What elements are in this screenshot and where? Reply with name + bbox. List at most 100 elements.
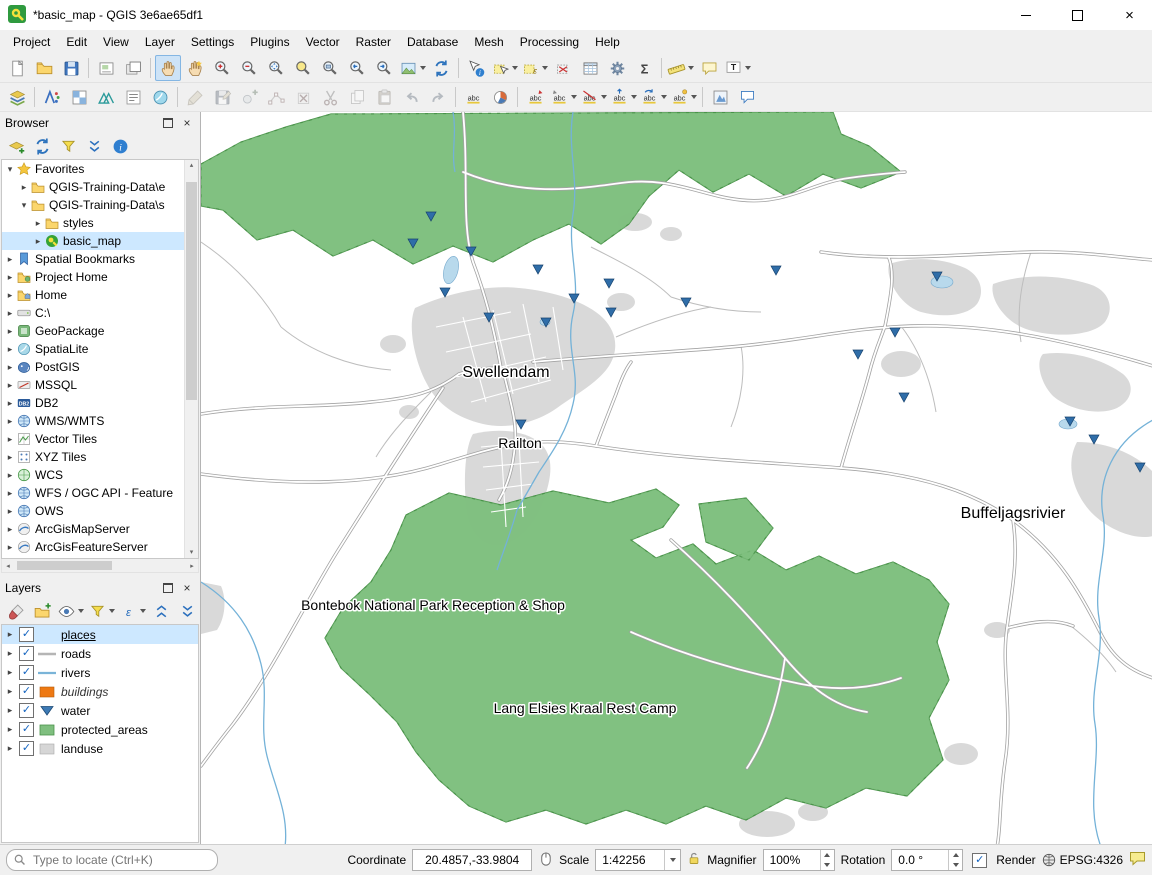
add-selected-layers-button[interactable] <box>4 134 28 158</box>
browser-item-home[interactable]: ▸Home <box>2 286 184 304</box>
layer-checkbox[interactable]: ✓ <box>19 703 34 718</box>
open-project-button[interactable] <box>31 55 57 81</box>
expander-closed-icon[interactable]: ▸ <box>4 344 16 355</box>
lock-scale-button[interactable] <box>687 851 701 869</box>
delete-selected-button[interactable] <box>290 84 316 110</box>
expander-closed-icon[interactable]: ▸ <box>4 488 16 499</box>
expander-closed-icon[interactable]: ▸ <box>18 182 30 193</box>
expander-closed-icon[interactable]: ▸ <box>4 686 16 697</box>
browser-item-qgis-training-data-e[interactable]: ▸QGIS-Training-Data\e <box>2 178 184 196</box>
collapse-all-button[interactable] <box>82 134 106 158</box>
add-vector-layer-button[interactable] <box>39 84 65 110</box>
undo-button[interactable] <box>398 84 424 110</box>
expander-closed-icon[interactable]: ▸ <box>4 743 16 754</box>
zoom-last-button[interactable] <box>344 55 370 81</box>
layer-checkbox[interactable]: ✓ <box>19 627 34 642</box>
layer-item-roads[interactable]: ▸✓roads <box>2 644 198 663</box>
scale-combo[interactable]: 1:42256 <box>595 849 681 871</box>
save-project-button[interactable] <box>58 55 84 81</box>
browser-item-wfs-ogc-api-feature[interactable]: ▸WFS / OGC API - Feature <box>2 484 184 502</box>
layer-item-places[interactable]: ▸✓places <box>2 625 198 644</box>
coordinate-field[interactable]: 20.4857,-33.9804 <box>412 849 532 871</box>
scrollbar-thumb[interactable] <box>17 561 112 570</box>
browser-item-xyz-tiles[interactable]: ▸XYZ Tiles <box>2 448 184 466</box>
add-spatialite-layer-button[interactable] <box>147 84 173 110</box>
browser-item-project-home[interactable]: ▸Project Home <box>2 268 184 286</box>
expander-closed-icon[interactable]: ▸ <box>4 362 16 373</box>
expander-closed-icon[interactable]: ▸ <box>4 416 16 427</box>
expander-closed-icon[interactable]: ▸ <box>4 272 16 283</box>
processing-toolbox-button[interactable] <box>604 55 630 81</box>
expander-closed-icon[interactable]: ▸ <box>32 236 44 247</box>
float-panel-button[interactable] <box>160 115 176 131</box>
new-map-view-button[interactable] <box>398 55 427 81</box>
map-tips-button[interactable] <box>696 55 722 81</box>
browser-item-db2[interactable]: ▸DB2DB2 <box>2 394 184 412</box>
add-group-button[interactable] <box>30 599 54 623</box>
decorations-button[interactable] <box>707 84 733 110</box>
expander-closed-icon[interactable]: ▸ <box>4 452 16 463</box>
scroll-right-icon[interactable]: ▸ <box>186 562 198 570</box>
maximize-button[interactable] <box>1055 0 1100 30</box>
text-annotation-button[interactable]: T <box>723 55 752 81</box>
layer-checkbox[interactable]: ✓ <box>19 722 34 737</box>
messages-button[interactable] <box>1129 851 1146 869</box>
manage-map-themes-button[interactable] <box>56 599 85 623</box>
coordinate-extent-toggle-button[interactable] <box>538 851 553 870</box>
menu-mesh[interactable]: Mesh <box>466 32 511 52</box>
layer-labeling-button[interactable]: abc <box>460 84 486 110</box>
browser-item-c[interactable]: ▸C:\ <box>2 304 184 322</box>
browser-item-qgis-training-data-s[interactable]: ▾QGIS-Training-Data\s <box>2 196 184 214</box>
open-attribute-table-button[interactable] <box>577 55 603 81</box>
zoom-to-layer-button[interactable] <box>317 55 343 81</box>
add-delimited-text-layer-button[interactable] <box>120 84 146 110</box>
menu-settings[interactable]: Settings <box>183 32 242 52</box>
layer-item-rivers[interactable]: ▸✓rivers <box>2 663 198 682</box>
browser-item-mssql[interactable]: ▸MSSQL <box>2 376 184 394</box>
horizontal-scrollbar[interactable]: ◂ ▸ <box>1 559 199 573</box>
add-mesh-layer-button[interactable] <box>93 84 119 110</box>
expander-closed-icon[interactable]: ▸ <box>4 524 16 535</box>
close-panel-button[interactable]: × <box>179 580 195 596</box>
filter-browser-button[interactable] <box>56 134 80 158</box>
browser-item-postgis[interactable]: ▸PostGIS <box>2 358 184 376</box>
expander-open-icon[interactable]: ▾ <box>4 164 16 175</box>
browser-item-spatial-bookmarks[interactable]: ▸Spatial Bookmarks <box>2 250 184 268</box>
menu-edit[interactable]: Edit <box>58 32 95 52</box>
minimize-button[interactable] <box>1003 0 1048 30</box>
new-print-layout-button[interactable] <box>93 55 119 81</box>
layer-diagram-button[interactable] <box>487 84 513 110</box>
filter-legend-button[interactable] <box>87 599 116 623</box>
new-project-button[interactable] <box>4 55 30 81</box>
browser-item-vector-tiles[interactable]: ▸Vector Tiles <box>2 430 184 448</box>
expander-closed-icon[interactable]: ▸ <box>4 542 16 553</box>
zoom-full-extent-button[interactable] <box>263 55 289 81</box>
data-source-manager-button[interactable] <box>4 84 30 110</box>
layer-checkbox[interactable]: ✓ <box>19 646 34 661</box>
expander-closed-icon[interactable]: ▸ <box>4 667 16 678</box>
menu-view[interactable]: View <box>95 32 137 52</box>
close-button[interactable]: × <box>1107 0 1152 30</box>
add-feature-button[interactable] <box>236 84 262 110</box>
deselect-features-button[interactable] <box>550 55 576 81</box>
vertical-scrollbar[interactable]: ▴ ▾ <box>184 160 198 558</box>
expander-closed-icon[interactable]: ▸ <box>4 648 16 659</box>
menu-help[interactable]: Help <box>587 32 628 52</box>
expand-all-button[interactable] <box>149 599 173 623</box>
expander-closed-icon[interactable]: ▸ <box>4 724 16 735</box>
scroll-left-icon[interactable]: ◂ <box>2 562 14 570</box>
show-hide-labels-button[interactable]: abc <box>579 84 608 110</box>
layer-item-buildings[interactable]: ▸✓buildings <box>2 682 198 701</box>
expander-closed-icon[interactable]: ▸ <box>4 434 16 445</box>
pan-to-selection-button[interactable] <box>182 55 208 81</box>
locate-search[interactable] <box>6 849 218 871</box>
render-checkbox[interactable]: ✓ <box>972 853 987 868</box>
zoom-in-button[interactable] <box>209 55 235 81</box>
map-canvas[interactable]: SwellendamRailtonBuffeljagsrivierBontebo… <box>200 112 1152 844</box>
menu-vector[interactable]: Vector <box>298 32 348 52</box>
vertex-tool-button[interactable] <box>263 84 289 110</box>
expander-closed-icon[interactable]: ▸ <box>4 380 16 391</box>
expander-closed-icon[interactable]: ▸ <box>4 470 16 481</box>
pan-map-button[interactable] <box>155 55 181 81</box>
identify-features-button[interactable]: i <box>463 55 489 81</box>
